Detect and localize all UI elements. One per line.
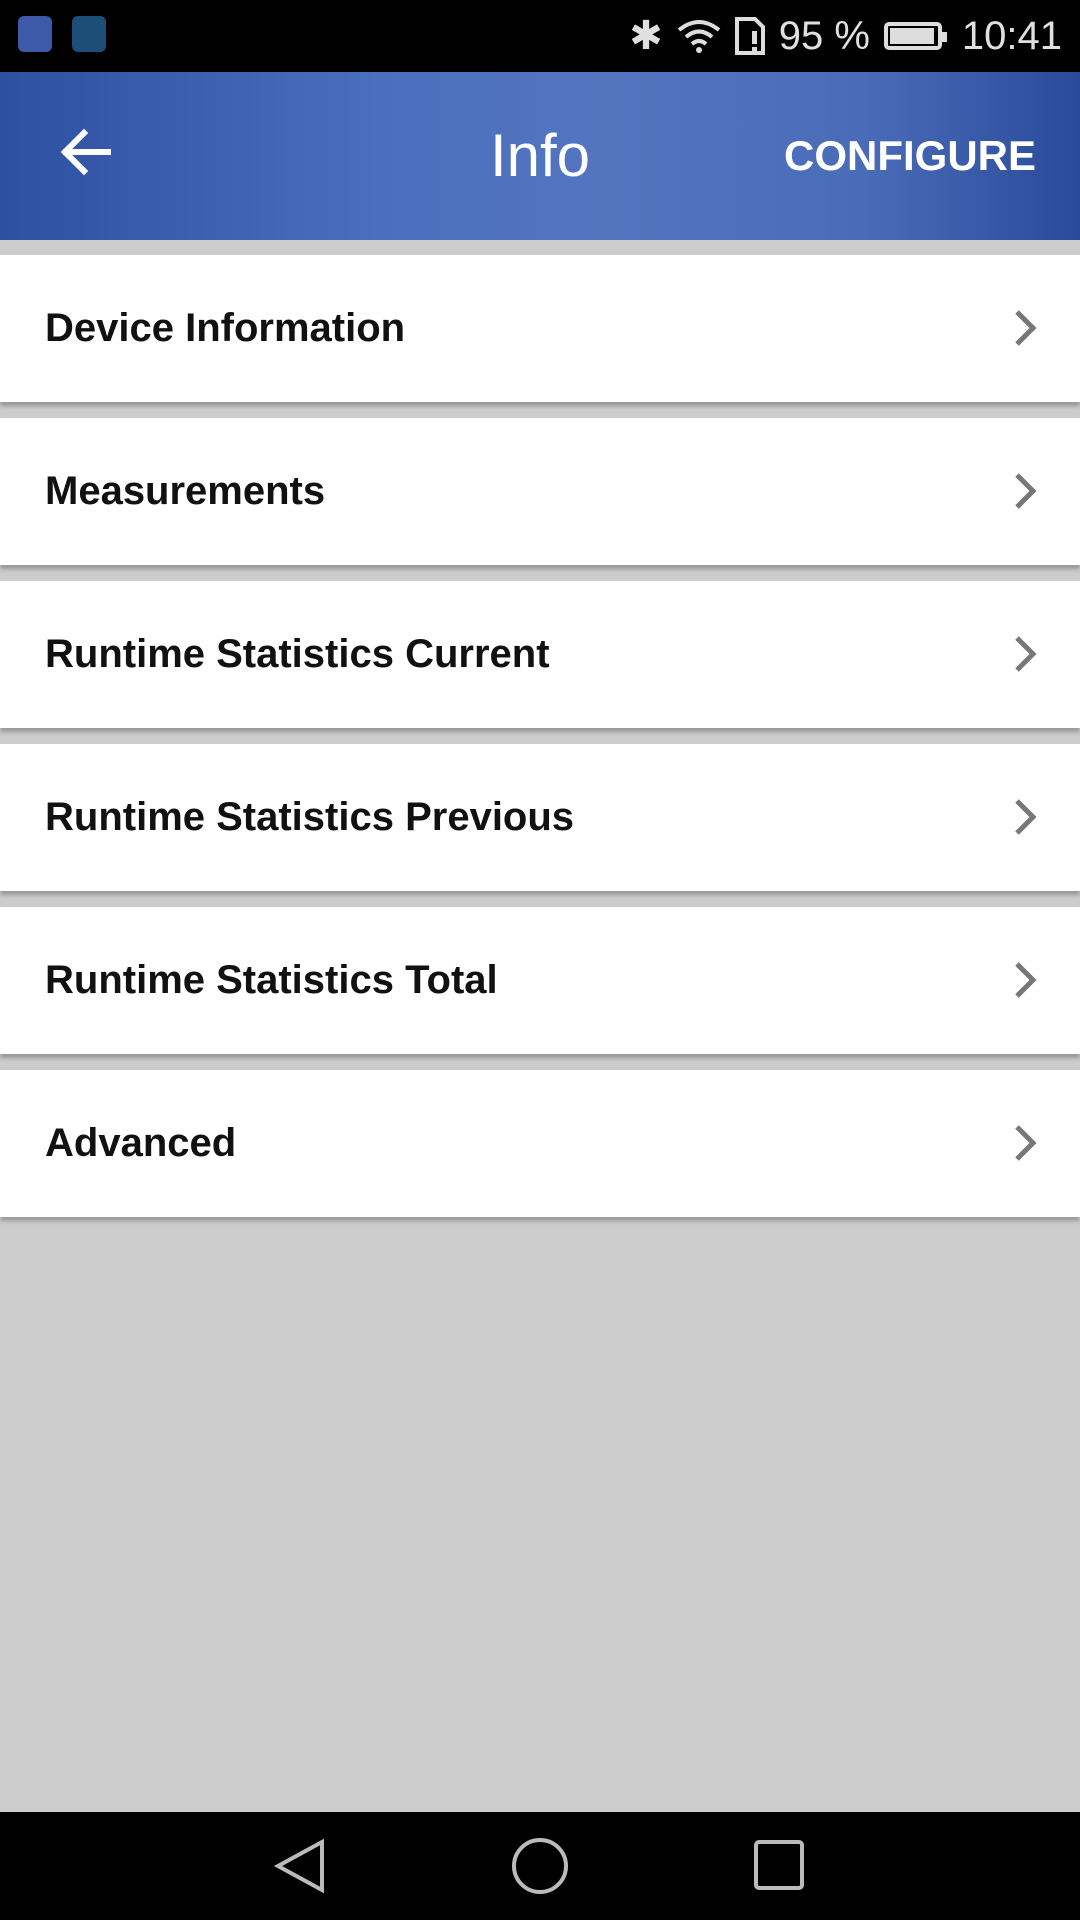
bluetooth-icon: ✱ — [629, 14, 663, 58]
menu-item-measurements[interactable]: Measurements — [0, 418, 1080, 565]
chevron-right-icon — [1015, 799, 1037, 835]
wifi-icon — [677, 20, 720, 53]
battery-icon — [883, 22, 947, 50]
status-bar: ✱ 95 % 10:41 — [0, 0, 1080, 72]
app-bar: Info CONFIGURE — [0, 72, 1080, 240]
home-circle-icon[interactable] — [510, 1838, 570, 1898]
menu-item-device-information[interactable]: Device Information — [0, 255, 1080, 402]
menu-item-runtime-statistics-total[interactable]: Runtime Statistics Total — [0, 907, 1080, 1054]
menu-item-label: Measurements — [45, 469, 326, 513]
menu-item-advanced[interactable]: Advanced — [0, 1070, 1080, 1217]
location-app-icon — [18, 16, 52, 52]
menu-item-label: Runtime Statistics Current — [45, 632, 550, 676]
sim-alert-icon — [734, 17, 765, 55]
chevron-right-icon — [1015, 310, 1037, 346]
chevron-right-icon — [1015, 962, 1037, 998]
chevron-right-icon — [1015, 473, 1037, 509]
navigation-bar — [0, 1812, 1080, 1920]
chevron-right-icon — [1015, 1125, 1037, 1161]
back-triangle-icon[interactable] — [272, 1838, 328, 1894]
menu-item-runtime-statistics-previous[interactable]: Runtime Statistics Previous — [0, 744, 1080, 891]
menu-item-label: Runtime Statistics Total — [45, 958, 498, 1002]
back-arrow-icon[interactable] — [56, 122, 116, 182]
recents-square-icon[interactable] — [752, 1838, 808, 1894]
chevron-right-icon — [1015, 636, 1037, 672]
menu-item-label: Advanced — [45, 1121, 237, 1165]
menu-item-runtime-statistics-current[interactable]: Runtime Statistics Current — [0, 581, 1080, 728]
battery-percent: 95 % — [778, 13, 870, 58]
clock: 10:41 — [961, 13, 1062, 58]
menu-item-label: Runtime Statistics Previous — [45, 795, 575, 839]
app-icon — [72, 16, 106, 52]
menu-item-label: Device Information — [45, 306, 406, 350]
configure-button[interactable]: CONFIGURE — [784, 72, 1036, 240]
